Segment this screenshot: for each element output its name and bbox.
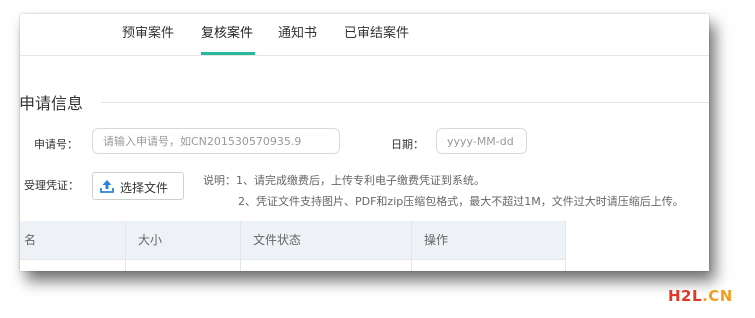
table-header: 名 大小 文件状态 操作 — [20, 221, 566, 259]
tab-re-review[interactable]: 复核案件 — [201, 22, 253, 41]
column-size: 大小 — [138, 233, 163, 247]
tab-bar: 预审案件 复核案件 通知书 已审结案件 — [20, 14, 709, 56]
section-title-text: 申请信息 — [20, 94, 84, 113]
column-divider — [565, 221, 566, 271]
section-title: 申请信息 — [20, 90, 83, 114]
application-panel: 预审案件 复核案件 通知书 已审结案件 申请信息 申请号： 日期： 受理凭证： … — [20, 14, 709, 271]
application-no-input[interactable] — [92, 128, 340, 154]
active-tab-indicator — [201, 52, 255, 55]
choose-file-button[interactable]: 选择文件 — [92, 172, 184, 200]
upload-icon — [100, 180, 114, 193]
site-watermark: H2L.CN — [668, 287, 733, 305]
application-no-label: 申请号： — [34, 138, 78, 151]
note-line-1: 说明：1、请完成缴费后，上传专利电子缴费凭证到系统。 — [203, 174, 485, 187]
watermark-h2l: H2L — [668, 287, 703, 305]
note-line-2: 2、凭证文件支持图片、PDF和zip压缩包格式，最大不超过1M，文件过大时请压缩… — [238, 195, 684, 208]
voucher-label: 受理凭证： — [24, 179, 79, 192]
date-label: 日期： — [391, 138, 424, 151]
tab-notices[interactable]: 通知书 — [278, 22, 317, 41]
choose-file-label: 选择文件 — [120, 181, 169, 195]
column-divider — [125, 221, 126, 271]
tab-pre-review[interactable]: 预审案件 — [122, 22, 174, 41]
column-divider — [411, 221, 412, 271]
date-input[interactable] — [436, 128, 527, 154]
column-actions: 操作 — [424, 233, 449, 247]
watermark-cn: .CN — [702, 287, 733, 305]
column-divider — [240, 221, 241, 271]
section-divider — [101, 102, 709, 103]
tab-closed-cases[interactable]: 已审结案件 — [344, 22, 409, 41]
column-file-status: 文件状态 — [253, 233, 302, 247]
column-name: 名 — [24, 233, 37, 247]
table-row — [20, 259, 566, 260]
